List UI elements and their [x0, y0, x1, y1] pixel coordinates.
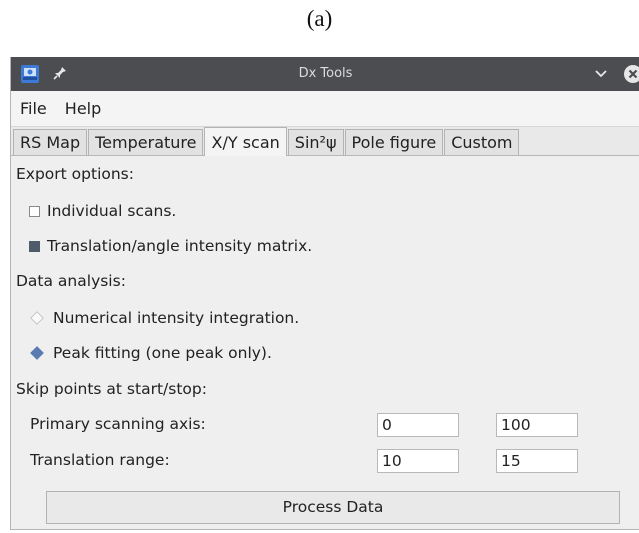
tab-pole-figure[interactable]: Pole figure	[344, 129, 444, 155]
tab-bar: RS Map Temperature X/Y scan Sin²ψ Pole f…	[11, 127, 639, 156]
window-title: Dx Tools	[298, 66, 353, 81]
peak-fitting-option[interactable]: Peak fitting (one peak only).	[30, 344, 272, 362]
chevron-down-icon[interactable]	[594, 68, 608, 80]
numerical-integration-radio[interactable]	[30, 311, 44, 325]
intensity-matrix-checkbox[interactable]	[29, 240, 40, 252]
numerical-integration-label: Numerical intensity integration.	[53, 309, 300, 327]
individual-scans-label: Individual scans.	[47, 202, 177, 220]
tab-custom[interactable]: Custom	[444, 129, 520, 155]
menu-bar: File Help	[11, 91, 639, 127]
export-options-label: Export options:	[16, 165, 134, 183]
intensity-matrix-option[interactable]: Translation/angle intensity matrix.	[29, 237, 312, 255]
xy-scan-panel: Export options: Individual scans. Transl…	[11, 156, 639, 529]
tab-xy-scan[interactable]: X/Y scan	[204, 127, 287, 156]
tab-temperature[interactable]: Temperature	[88, 129, 204, 155]
data-analysis-label: Data analysis:	[16, 272, 126, 290]
dx-tools-window: Dx Tools File Help RS Map Temperature X/…	[10, 57, 639, 530]
individual-scans-checkbox[interactable]	[29, 205, 40, 217]
close-icon[interactable]	[623, 64, 639, 84]
tab-sin2psi[interactable]: Sin²ψ	[287, 129, 344, 155]
primary-stop-input[interactable]	[496, 413, 578, 437]
translation-start-input[interactable]	[377, 449, 459, 473]
tab-rs-map[interactable]: RS Map	[13, 129, 88, 155]
peak-fitting-radio[interactable]	[30, 346, 44, 360]
individual-scans-option[interactable]: Individual scans.	[29, 202, 176, 220]
title-bar[interactable]: Dx Tools	[11, 57, 639, 91]
figure-caption: (a)	[306, 6, 333, 31]
peak-fitting-label: Peak fitting (one peak only).	[53, 344, 272, 362]
primary-start-input[interactable]	[377, 413, 459, 437]
skip-points-label: Skip points at start/stop:	[16, 380, 207, 398]
translation-stop-input[interactable]	[496, 449, 578, 473]
menu-file[interactable]: File	[17, 97, 50, 120]
process-data-button[interactable]: Process Data	[46, 491, 620, 524]
menu-help[interactable]: Help	[62, 97, 104, 120]
primary-axis-label: Primary scanning axis:	[30, 415, 206, 433]
translation-range-label: Translation range:	[30, 451, 170, 469]
intensity-matrix-label: Translation/angle intensity matrix.	[47, 237, 313, 255]
numerical-integration-option[interactable]: Numerical intensity integration.	[30, 309, 300, 327]
